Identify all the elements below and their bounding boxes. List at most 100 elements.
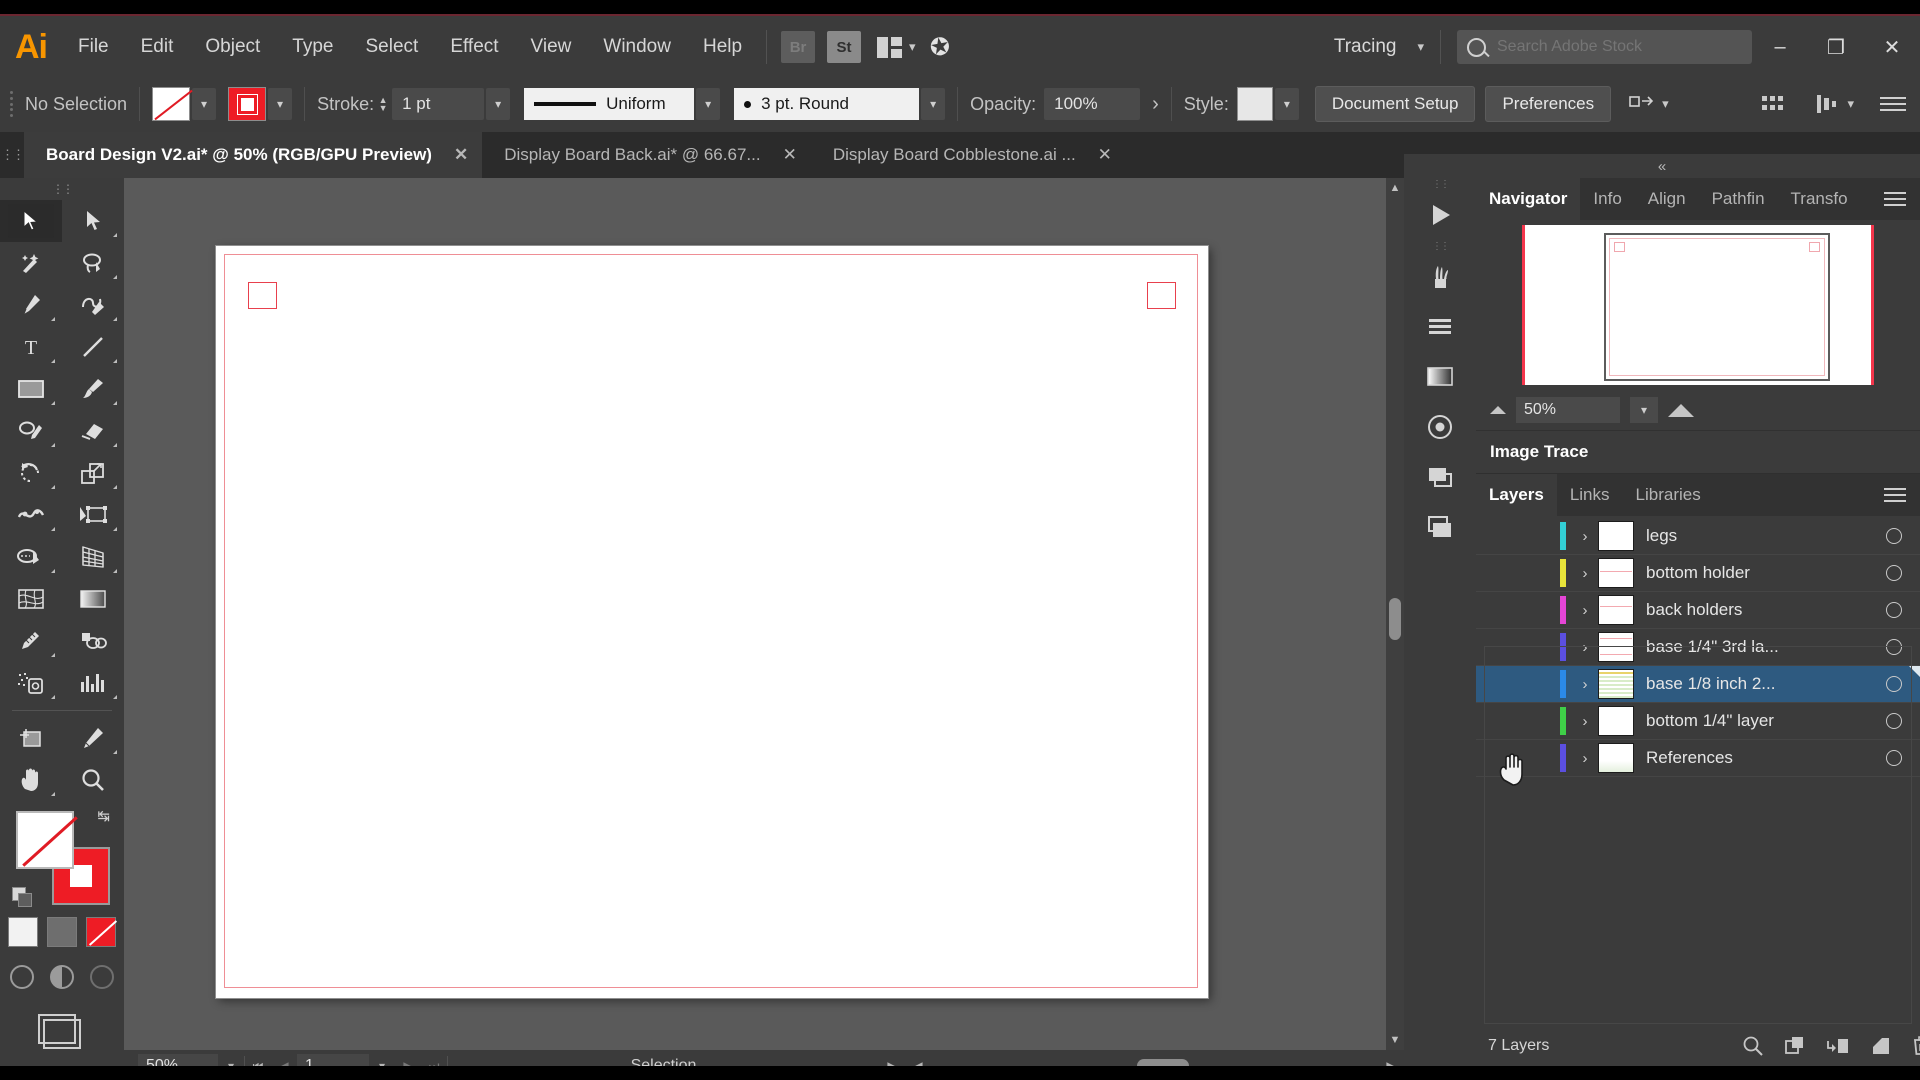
blend-tool[interactable] <box>62 620 124 662</box>
previous-artboard-icon[interactable]: ◀ <box>271 1054 297 1066</box>
tab-pathfinder[interactable]: Pathfin <box>1699 178 1778 220</box>
search-input[interactable] <box>1495 37 1742 57</box>
target-indicator[interactable] <box>1868 565 1920 581</box>
rail-grip[interactable]: ⋮⋮ <box>1404 178 1476 190</box>
lock-toggle[interactable] <box>1522 518 1560 554</box>
zoom-tool[interactable] <box>62 759 124 801</box>
expand-layer-icon[interactable]: › <box>1572 602 1598 619</box>
line-segment-tool[interactable] <box>62 326 124 368</box>
scroll-down-icon[interactable]: ▼ <box>1386 1030 1404 1050</box>
arrange-documents-button[interactable]: ▾ <box>877 36 916 58</box>
table-row[interactable]: › back holders <box>1476 592 1920 629</box>
tab-libraries[interactable]: Libraries <box>1623 474 1714 516</box>
stroke-profile-select[interactable]: Uniform <box>524 88 695 120</box>
workspace-switcher[interactable]: Tracing ▾ <box>1334 36 1424 58</box>
graphic-style-swatch[interactable] <box>1236 87 1273 121</box>
rail-gradient-button[interactable] <box>1404 352 1476 402</box>
create-new-sublayer-icon[interactable] <box>1826 1035 1850 1057</box>
expand-layer-icon[interactable]: › <box>1572 528 1598 545</box>
control-panel-menu-icon[interactable] <box>1880 97 1906 111</box>
stroke-swatch[interactable] <box>228 87 267 121</box>
symbol-sprayer-tool[interactable] <box>0 662 62 704</box>
table-row[interactable]: › References <box>1476 740 1920 777</box>
target-indicator[interactable] <box>1868 639 1920 655</box>
layer-name[interactable]: bottom 1/4" layer <box>1646 711 1868 731</box>
target-indicator[interactable] <box>1868 676 1920 692</box>
minimize-button[interactable]: – <box>1752 16 1808 78</box>
scroll-thumb[interactable] <box>1137 1059 1190 1066</box>
layers-panel-menu-button[interactable] <box>1870 474 1920 516</box>
target-indicator[interactable] <box>1868 713 1920 729</box>
lock-toggle[interactable] <box>1522 592 1560 628</box>
navigator-panel-menu-button[interactable] <box>1870 178 1920 220</box>
draw-behind-icon[interactable] <box>50 965 74 989</box>
close-icon[interactable]: ✕ <box>454 145 468 165</box>
gradient-tool[interactable] <box>62 578 124 620</box>
next-artboard-icon[interactable]: ▶ <box>395 1054 421 1066</box>
fill-proxy[interactable] <box>16 811 74 869</box>
tab-layers[interactable]: Layers <box>1476 474 1557 516</box>
fill-swatch[interactable] <box>152 87 191 121</box>
menu-help[interactable]: Help <box>687 16 758 78</box>
expand-layer-icon[interactable]: › <box>1572 750 1598 767</box>
none-mode-button[interactable] <box>86 917 116 947</box>
table-row[interactable]: › bottom 1/4" layer <box>1476 703 1920 740</box>
navigator-zoom-field[interactable]: 50% <box>1516 397 1620 423</box>
artboard-number-field[interactable]: 1 <box>297 1054 369 1066</box>
stroke-weight-dropdown-icon[interactable]: ▾ <box>486 88 511 120</box>
visibility-toggle[interactable] <box>1476 518 1522 554</box>
shaper-tool[interactable] <box>0 410 62 452</box>
create-new-layer-icon[interactable] <box>1870 1035 1892 1057</box>
stroke-weight-value[interactable]: 1 pt <box>392 88 485 120</box>
layer-name[interactable]: References <box>1646 748 1868 768</box>
scroll-thumb[interactable] <box>1389 598 1401 640</box>
menu-select[interactable]: Select <box>350 16 435 78</box>
zoom-level-field[interactable]: 50% <box>138 1054 218 1066</box>
artboard-tool[interactable] <box>0 717 62 759</box>
stock-icon[interactable]: St <box>827 31 862 63</box>
visibility-toggle[interactable] <box>1476 555 1522 591</box>
stock-search-field[interactable] <box>1457 30 1752 64</box>
rail-artboards-button[interactable] <box>1404 452 1476 502</box>
locate-object-icon[interactable] <box>1742 1035 1764 1057</box>
free-transform-tool[interactable] <box>62 494 124 536</box>
opacity-value[interactable]: 100% <box>1044 88 1141 120</box>
bridge-icon[interactable]: Br <box>781 31 816 63</box>
tab-align[interactable]: Align <box>1635 178 1699 220</box>
layer-name[interactable]: legs <box>1646 526 1868 546</box>
mesh-tool[interactable] <box>0 578 62 620</box>
expand-layer-icon[interactable]: › <box>1572 713 1598 730</box>
menu-edit[interactable]: Edit <box>125 16 190 78</box>
tab-board-design-v2[interactable]: Board Design V2.ai* @ 50% (RGB/GPU Previ… <box>24 132 483 178</box>
menu-effect[interactable]: Effect <box>434 16 514 78</box>
scroll-right-icon[interactable]: ▶ <box>1378 1054 1404 1066</box>
curvature-tool[interactable] <box>62 284 124 326</box>
stroke-dropdown-icon[interactable]: ▾ <box>268 88 293 120</box>
lock-toggle[interactable] <box>1522 666 1560 702</box>
menu-file[interactable]: File <box>62 16 125 78</box>
scale-tool[interactable] <box>62 452 124 494</box>
lock-toggle[interactable] <box>1522 555 1560 591</box>
first-artboard-icon[interactable]: ⏮ <box>245 1054 271 1067</box>
scroll-up-icon[interactable]: ▲ <box>1386 178 1404 198</box>
expand-layer-icon[interactable]: › <box>1572 639 1598 656</box>
direct-selection-tool[interactable] <box>62 200 124 242</box>
brush-definition-select[interactable]: 3 pt. Round <box>734 88 920 120</box>
expand-layer-icon[interactable]: › <box>1572 676 1598 693</box>
tools-panel-grip[interactable]: ⋮⋮ <box>0 178 124 200</box>
horizontal-scrollbar[interactable] <box>939 1059 1370 1066</box>
change-screen-mode-button[interactable] <box>0 1014 124 1049</box>
tab-navigator[interactable]: Navigator <box>1476 178 1581 220</box>
zoom-in-icon[interactable] <box>1668 403 1694 417</box>
rail-symbols-button[interactable] <box>1404 502 1476 552</box>
draw-inside-icon[interactable] <box>90 965 114 989</box>
status-menu-icon[interactable]: ▶ <box>879 1054 905 1066</box>
type-tool[interactable]: T <box>0 326 62 368</box>
rail-paragraph-button[interactable] <box>1404 302 1476 352</box>
scroll-left-icon[interactable]: ◀ <box>905 1054 931 1066</box>
navigator-preview[interactable] <box>1476 220 1920 390</box>
make-clipping-mask-icon[interactable] <box>1784 1035 1806 1057</box>
distribute-button[interactable]: ▾ <box>1816 94 1854 114</box>
table-row[interactable]: › bottom holder <box>1476 555 1920 592</box>
target-indicator[interactable] <box>1868 528 1920 544</box>
